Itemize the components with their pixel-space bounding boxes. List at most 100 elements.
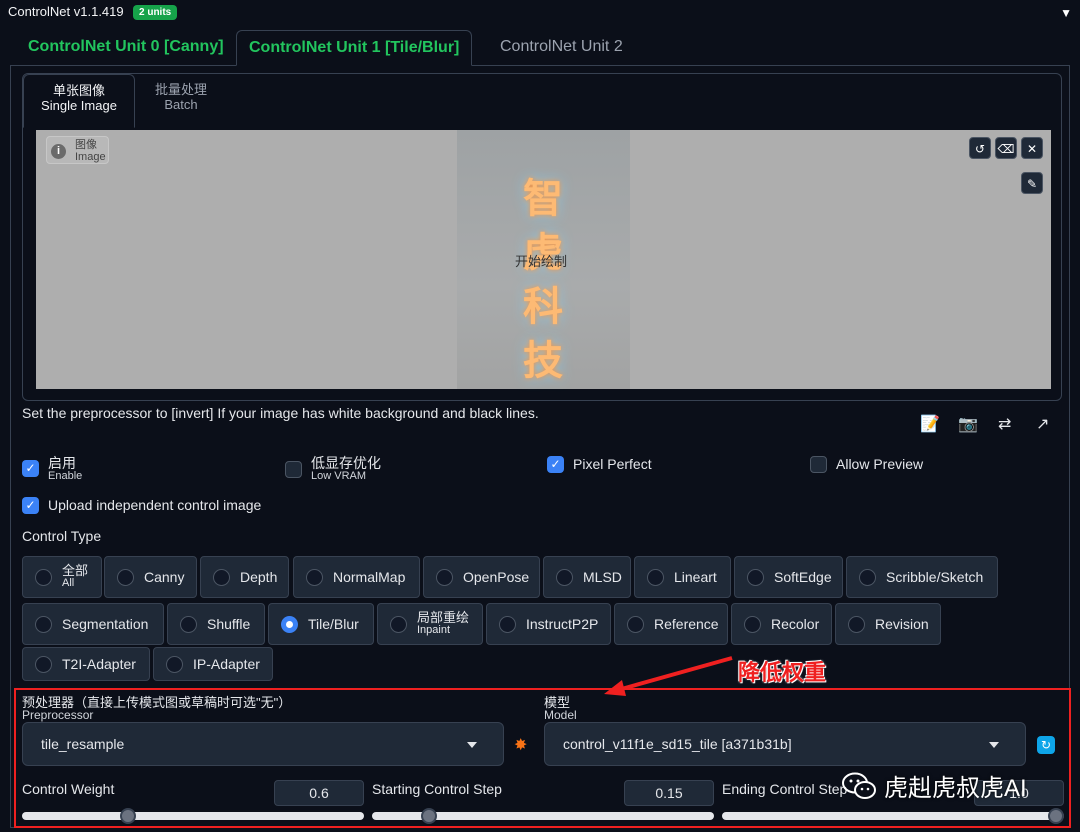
control-weight-slider[interactable] <box>22 808 364 824</box>
radio-dot <box>35 568 52 586</box>
control-type-inpaint[interactable]: 局部重绘 Inpaint <box>377 603 483 645</box>
control-type-softedge[interactable]: SoftEdge <box>734 556 843 598</box>
image-label-en: Image <box>75 151 106 163</box>
preprocessor-select[interactable]: tile_resample <box>22 722 504 766</box>
send-dimensions-icon[interactable]: ↗ <box>1036 414 1049 434</box>
radio-dot <box>848 615 865 633</box>
collapse-icon[interactable]: ▼ <box>1060 6 1072 20</box>
control-weight-input[interactable]: 0.6 <box>274 780 364 806</box>
control-type-segmentation[interactable]: Segmentation <box>22 603 164 645</box>
starting-step-slider[interactable] <box>372 808 714 824</box>
preprocessor-label-en: Preprocessor <box>22 708 94 722</box>
option-label: Canny <box>144 569 185 585</box>
radio-dot <box>859 568 876 586</box>
model-label: 模型 Model <box>544 696 577 722</box>
control-type-recolor[interactable]: Recolor <box>731 603 832 645</box>
enable-checkbox[interactable]: ✓ <box>22 460 39 477</box>
camera-icon[interactable]: 📷 <box>958 414 978 434</box>
model-select[interactable]: control_v11f1e_sd15_tile [a371b31b] <box>544 722 1026 766</box>
low-vram-label: 低显存优化 Low VRAM <box>311 456 381 483</box>
control-weight-thumb[interactable] <box>119 808 136 824</box>
tab-unit-1[interactable]: ControlNet Unit 1 [Tile/Blur] <box>236 30 473 66</box>
control-type-normalmap[interactable]: NormalMap <box>293 556 420 598</box>
radio-dot-selected <box>281 615 298 633</box>
control-type-tile-blur[interactable]: Tile/Blur <box>268 603 374 645</box>
tab-batch[interactable]: 批量处理 Batch <box>125 74 237 128</box>
image-label: i 图像 Image <box>46 136 109 164</box>
option-label: Scribble/Sketch <box>886 569 984 585</box>
radio-dot <box>627 615 644 633</box>
refresh-icon[interactable]: ↻ <box>1037 736 1055 754</box>
control-type-mlsd[interactable]: MLSD <box>543 556 631 598</box>
tab-unit-0[interactable]: ControlNet Unit 0 [Canny] <box>16 30 236 66</box>
starting-step-thumb[interactable] <box>420 808 437 824</box>
info-icon: i <box>51 144 66 159</box>
watermark-text: 虎赳虎叔虎AI <box>884 775 1027 802</box>
preprocessor-label: 预处理器（直接上传模式图或草稿时可选"无"） Preprocessor <box>22 696 291 722</box>
option-label: T2I-Adapter <box>62 656 136 672</box>
tab-single-image-en: Single Image <box>41 98 117 113</box>
option-label-zh: 局部重绘 <box>417 610 470 625</box>
model-label-en: Model <box>544 708 577 722</box>
radio-dot <box>213 568 230 586</box>
control-type-reference[interactable]: Reference <box>614 603 728 645</box>
low-vram-checkbox[interactable] <box>285 461 302 478</box>
run-preprocessor-icon[interactable]: ✸ <box>514 735 527 755</box>
allow-preview-label: Allow Preview <box>836 456 924 472</box>
option-label-en: Inpaint <box>417 624 451 636</box>
control-type-shuffle[interactable]: Shuffle <box>167 603 265 645</box>
close-icon[interactable]: ✕ <box>1021 137 1043 159</box>
edit-note-icon[interactable]: 📝 <box>920 414 940 434</box>
controlnet-title: ControlNet v1.1.419 <box>8 4 124 19</box>
option-label: InstructP2P <box>526 616 599 632</box>
chevron-down-icon <box>989 742 999 748</box>
allow-preview-checkbox[interactable] <box>810 456 827 473</box>
image-char-1: 智 <box>523 176 563 222</box>
pixel-perfect-label: Pixel Perfect <box>573 456 652 472</box>
control-type-ip-adapter[interactable]: IP-Adapter <box>153 647 273 681</box>
radio-dot <box>390 615 407 633</box>
eraser-icon[interactable]: ⌫ <box>995 137 1017 159</box>
option-label: Depth <box>240 569 278 585</box>
tab-unit-2[interactable]: ControlNet Unit 2 <box>488 30 635 66</box>
brush-icon[interactable]: ✎ <box>1021 172 1043 194</box>
tab-batch-zh: 批量处理 <box>154 82 207 97</box>
upload-independent-checkbox[interactable]: ✓ <box>22 497 39 514</box>
low-vram-label-en: Low VRAM <box>311 470 367 482</box>
undo-icon[interactable]: ↺ <box>969 137 991 159</box>
control-type-t2i-adapter[interactable]: T2I-Adapter <box>22 647 150 681</box>
tab-single-image-zh: 单张图像 <box>52 83 105 98</box>
radio-dot <box>499 615 516 633</box>
control-type-all[interactable]: 全部 All <box>22 556 102 598</box>
swap-icon[interactable]: ⇄ <box>998 414 1011 434</box>
image-char-3: 科 <box>523 284 563 330</box>
radio-dot <box>117 568 134 586</box>
option-label: IP-Adapter <box>193 656 260 672</box>
radio-dot <box>35 615 52 633</box>
tab-single-image[interactable]: 单张图像 Single Image <box>23 74 135 128</box>
units-badge: 2 units <box>133 5 178 20</box>
ending-step-slider[interactable] <box>722 808 1064 824</box>
image-label-zh: 图像 <box>75 139 97 151</box>
control-type-openpose[interactable]: OpenPose <box>423 556 540 598</box>
ending-step-thumb[interactable] <box>1048 808 1064 824</box>
control-type-instructp2p[interactable]: InstructP2P <box>486 603 611 645</box>
starting-step-input[interactable]: 0.15 <box>624 780 714 806</box>
radio-dot <box>306 568 323 586</box>
control-type-canny[interactable]: Canny <box>104 556 197 598</box>
option-label: Reference <box>654 616 719 632</box>
radio-dot <box>647 568 664 586</box>
option-label: SoftEdge <box>774 569 832 585</box>
wechat-icon <box>842 772 876 799</box>
pixel-perfect-checkbox[interactable]: ✓ <box>547 456 564 473</box>
control-type-lineart[interactable]: Lineart <box>634 556 731 598</box>
control-type-depth[interactable]: Depth <box>200 556 289 598</box>
option-label: MLSD <box>583 569 622 585</box>
control-type-scribble[interactable]: Scribble/Sketch <box>846 556 998 598</box>
annotation-text: 降低权重 <box>738 660 827 685</box>
radio-dot <box>436 568 453 586</box>
option-label: 局部重绘 Inpaint <box>417 611 469 637</box>
image-canvas[interactable]: 智 虎 科 技 i 图像 Image 开始绘制 ↺ ⌫ ✕ ✎ <box>36 130 1051 389</box>
upload-independent-label: Upload independent control image <box>48 497 262 513</box>
control-type-revision[interactable]: Revision <box>835 603 941 645</box>
